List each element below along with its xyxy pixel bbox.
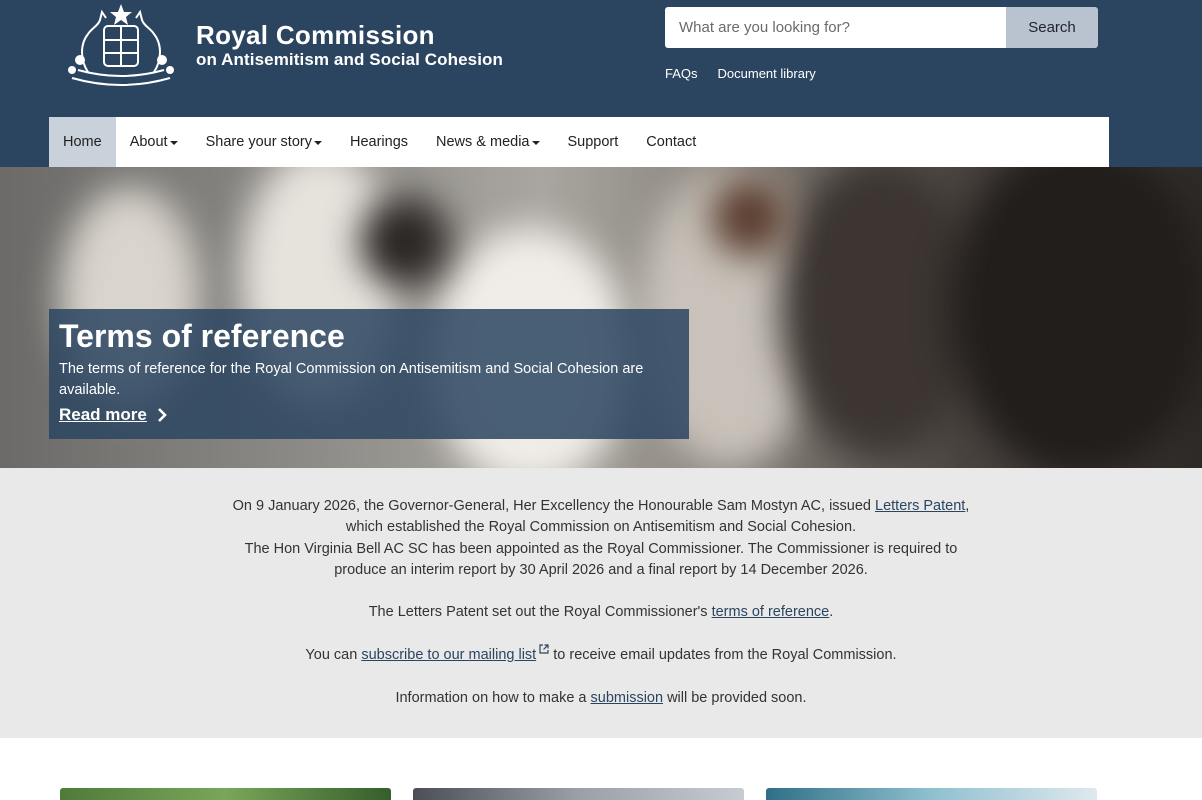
intro-paragraph: You can subscribe to our mailing list to… xyxy=(0,644,1202,666)
intro-text: . xyxy=(829,604,834,621)
chevron-right-icon xyxy=(157,408,167,422)
nav-label: Support xyxy=(567,134,619,150)
terms-of-reference-link[interactable]: terms of reference xyxy=(712,604,830,620)
site-subtitle: on Antisemitism and Social Cohesion xyxy=(196,50,504,69)
nav-label: Share your story xyxy=(205,134,312,150)
hero-title: Terms of reference xyxy=(59,318,345,354)
intro-text: The Letters Patent set out the Royal Com… xyxy=(368,604,712,621)
nav-item-news-media[interactable]: News & media xyxy=(422,117,553,167)
read-more-label: Read more xyxy=(59,405,147,424)
hero-photo-blur xyxy=(710,177,790,257)
external-link-icon xyxy=(539,644,549,654)
nav-item-home[interactable]: Home xyxy=(49,117,116,167)
intro-text: You can xyxy=(305,647,362,664)
intro-text: will be provided soon. xyxy=(663,689,807,706)
nav-item-contact[interactable]: Contact xyxy=(632,117,710,167)
intro-paragraph: On 9 January 2026, the Governor-General,… xyxy=(0,496,1202,517)
submission-link[interactable]: submission xyxy=(591,690,664,706)
document-library-link[interactable]: Document library xyxy=(718,66,816,81)
intro-paragraph: produce an interim report by 30 April 20… xyxy=(334,561,868,578)
hero-photo-blur xyxy=(950,167,1202,468)
read-more-link[interactable]: Read more xyxy=(59,405,167,425)
search-bar: Search xyxy=(665,7,1098,48)
search-button[interactable]: Search xyxy=(1006,7,1098,48)
caret-down-icon xyxy=(313,141,322,145)
intro-paragraph: The Hon Virginia Bell AC SC has been app… xyxy=(244,540,958,557)
intro-paragraph: The Letters Patent set out the Royal Com… xyxy=(0,602,1202,623)
hero-banner: Terms of reference The terms of referenc… xyxy=(0,167,1202,468)
faqs-link[interactable]: FAQs xyxy=(665,66,698,81)
main-nav: Home About Share your story Hearings New… xyxy=(49,117,1109,167)
caret-down-icon xyxy=(531,141,540,145)
intro-section: On 9 January 2026, the Governor-General,… xyxy=(0,468,1202,738)
site-logo[interactable]: Royal Commission on Antisemitism and Soc… xyxy=(58,0,518,92)
feature-card-image[interactable] xyxy=(413,788,744,800)
caret-down-icon xyxy=(169,141,178,145)
hero-photo-blur xyxy=(360,197,450,287)
letters-patent-link[interactable]: Letters Patent xyxy=(875,498,965,514)
utility-links: FAQs Document library xyxy=(665,66,816,81)
intro-text: Information on how to make a xyxy=(395,689,591,706)
nav-item-hearings[interactable]: Hearings xyxy=(336,117,422,167)
feature-cards xyxy=(0,738,1202,800)
intro-paragraph: which established the Royal Commission o… xyxy=(345,519,857,536)
nav-label: News & media xyxy=(436,134,530,150)
feature-card-image[interactable] xyxy=(766,788,1097,800)
intro-text: , xyxy=(965,498,970,514)
hero-text: The terms of reference for the Royal Com… xyxy=(59,361,644,398)
nav-item-share-your-story[interactable]: Share your story xyxy=(192,117,336,167)
nav-item-support[interactable]: Support xyxy=(554,117,633,167)
site-title: Royal Commission xyxy=(196,20,435,50)
nav-label: About xyxy=(129,134,168,150)
nav-label: Contact xyxy=(646,134,697,150)
nav-item-about[interactable]: About xyxy=(116,117,192,167)
nav-label: Hearings xyxy=(349,134,409,150)
mailing-list-link[interactable]: subscribe to our mailing list xyxy=(361,647,536,663)
intro-text: to receive email updates from the Royal … xyxy=(549,647,897,664)
coat-of-arms-icon xyxy=(68,4,174,86)
feature-card-image[interactable] xyxy=(60,788,391,800)
hero-card: Terms of reference The terms of referenc… xyxy=(49,309,689,439)
intro-paragraph: Information on how to make a submission … xyxy=(0,688,1202,709)
site-header: Royal Commission on Antisemitism and Soc… xyxy=(0,0,1202,167)
search-input[interactable] xyxy=(665,7,1006,48)
intro-text: On 9 January 2026, the Governor-General,… xyxy=(232,498,876,514)
nav-label: Home xyxy=(63,134,102,150)
